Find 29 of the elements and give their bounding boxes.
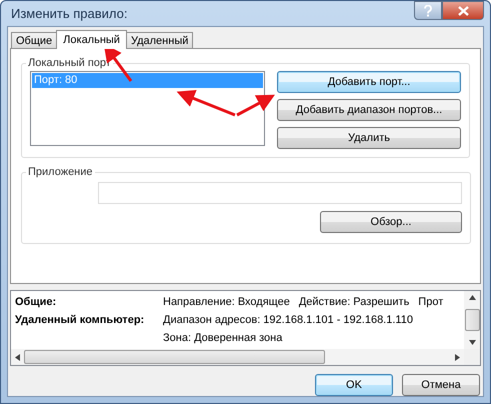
scroll-right-icon: [455, 354, 460, 360]
dialog-button[interactable]: Отмена: [402, 374, 480, 396]
close-button[interactable]: [442, 1, 484, 20]
group-title: Приложение: [27, 166, 94, 178]
browse-button[interactable]: Обзор...: [320, 211, 462, 233]
summary-label: Общие:: [15, 296, 56, 308]
scroll-thumb[interactable]: [24, 350, 325, 364]
close-icon: [458, 6, 468, 16]
summary-label: Удаленный компьютер:: [15, 314, 144, 326]
port-button[interactable]: Удалить: [277, 127, 461, 149]
help-button[interactable]: [414, 1, 442, 20]
summary-value: Зона: Доверенная зона: [163, 332, 282, 344]
port-button[interactable]: Добавить диапазон портов...: [277, 99, 461, 121]
vertical-scrollbar[interactable]: [464, 291, 480, 349]
summary-value: Направление: Входящее: [163, 296, 290, 308]
tab[interactable]: Локальный: [56, 30, 127, 49]
scroll-thumb[interactable]: [464, 309, 480, 331]
summary-value: Диапазон адресов: 192.168.1.101 - 192.168.1.110: [163, 314, 413, 326]
scroll-down-icon: [468, 340, 476, 345]
dialog-button[interactable]: OK: [315, 374, 393, 396]
help-icon: [423, 4, 433, 16]
scroll-left-icon: [15, 354, 20, 360]
summary-value: Действие: Разрешить: [298, 296, 410, 308]
summary-value: Прот: [418, 296, 444, 308]
window-title: Изменить правило:: [11, 6, 128, 21]
tab[interactable]: Удаленный: [126, 32, 194, 48]
port-button[interactable]: Добавить порт...: [277, 71, 461, 93]
tab[interactable]: Общие: [11, 32, 58, 48]
scroll-up-icon: [468, 295, 476, 300]
